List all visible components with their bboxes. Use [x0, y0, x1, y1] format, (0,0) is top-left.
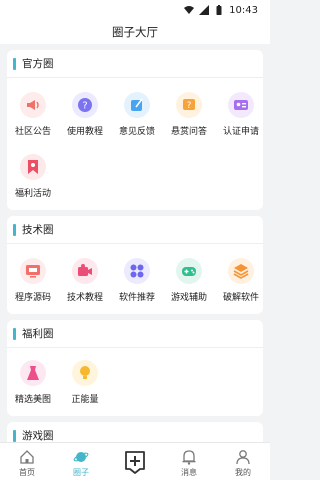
battery-icon: [216, 5, 222, 15]
circle-item-label: 悬赏问答: [170, 127, 207, 137]
signal-icon: [199, 5, 210, 15]
circle-item-label: 精选美图: [14, 395, 51, 405]
edit-icon: [124, 92, 150, 118]
apps-icon: [124, 258, 150, 284]
tab-post-add[interactable]: [108, 443, 162, 480]
user-icon: [236, 450, 250, 465]
circle-item-certification[interactable]: 认证申请: [215, 92, 267, 142]
svg-text:?: ?: [187, 101, 192, 111]
circle-item-tech-tutorial[interactable]: 技术教程: [59, 258, 111, 308]
section-header: 游戏圈: [7, 422, 263, 442]
section-tech: 技术圈 程序源码 技术教程 软件推荐 游戏辅助 破解软件: [7, 216, 263, 314]
video-icon: [72, 258, 98, 284]
gamepad-icon: [176, 258, 202, 284]
status-bar: 10:43: [0, 0, 270, 20]
circle-item-source-code[interactable]: 程序源码: [7, 258, 59, 308]
tab-label: 我的: [235, 468, 251, 477]
circle-item-label: 游戏辅助: [170, 293, 207, 303]
circle-item-cracked-software[interactable]: 破解软件: [215, 258, 267, 308]
section-welfare: 福利圈 精选美图 正能量: [7, 320, 263, 416]
bottom-tab-bar: 首页 圈子 消息 我的: [0, 442, 270, 480]
section-title: 福利圈: [22, 328, 54, 340]
section-accent-bar: [13, 57, 16, 70]
circle-item-label: 破解软件: [222, 293, 259, 303]
megaphone-icon: [20, 92, 46, 118]
circle-item-label: 软件推荐: [118, 293, 155, 303]
bulb-icon: [72, 360, 98, 386]
circle-item-label: 福利活动: [14, 189, 51, 199]
tab-messages[interactable]: 消息: [162, 443, 216, 480]
section-accent-bar: [13, 223, 16, 236]
top-bar: 圈子大厅: [0, 20, 270, 44]
layers-icon: [228, 258, 254, 284]
circle-item-bounty-qa[interactable]: ? 悬赏问答: [163, 92, 215, 142]
circle-item-game-assist[interactable]: 游戏辅助: [163, 258, 215, 308]
bookmark-icon: [20, 154, 46, 180]
post-add-icon: [125, 451, 145, 474]
circle-item-announcement[interactable]: 社区公告: [7, 92, 59, 142]
question-icon: ?: [72, 92, 98, 118]
id-card-icon: [228, 92, 254, 118]
section-header: 官方圈: [7, 50, 263, 78]
section-title: 技术圈: [22, 224, 54, 236]
circle-item-label: 使用教程: [66, 127, 103, 137]
section-title: 游戏圈: [22, 430, 54, 442]
circle-item-welfare-activity[interactable]: 福利活动: [7, 154, 59, 204]
home-icon: [20, 450, 34, 464]
section-accent-bar: [13, 327, 16, 340]
circle-list[interactable]: 官方圈 社区公告 ? 使用教程 意见反馈 ? 悬赏问答 认证申请 福利活动 技术…: [0, 44, 270, 442]
circle-item-featured-pics[interactable]: 精选美图: [7, 360, 59, 410]
circle-item-positive-energy[interactable]: 正能量: [59, 360, 111, 410]
bell-icon: [182, 450, 196, 465]
section-official: 官方圈 社区公告 ? 使用教程 意见反馈 ? 悬赏问答 认证申请 福利活动: [7, 50, 263, 210]
section-accent-bar: [13, 429, 16, 442]
circle-item-tutorial[interactable]: ? 使用教程: [59, 92, 111, 142]
planet-icon: [73, 452, 89, 462]
status-time: 10:43: [229, 4, 258, 16]
question-box-icon: ?: [176, 92, 202, 118]
section-header: 福利圈: [7, 320, 263, 348]
section-games: 游戏圈: [7, 422, 263, 442]
svg-text:?: ?: [82, 101, 87, 112]
wifi-icon: [184, 6, 195, 14]
section-title: 官方圈: [22, 58, 54, 70]
circle-item-label: 正能量: [71, 395, 99, 405]
dress-icon: [20, 360, 46, 386]
tab-label: 消息: [181, 468, 197, 477]
page-title: 圈子大厅: [112, 25, 158, 39]
circle-item-feedback[interactable]: 意见反馈: [111, 92, 163, 142]
circle-item-label: 意见反馈: [118, 127, 155, 137]
tab-label: 圈子: [73, 468, 89, 477]
tab-profile[interactable]: 我的: [216, 443, 270, 480]
circle-item-label: 技术教程: [66, 293, 103, 303]
monitor-icon: [20, 258, 46, 284]
circle-item-label: 认证申请: [222, 127, 259, 137]
circle-item-software-recommend[interactable]: 软件推荐: [111, 258, 163, 308]
tab-circles[interactable]: 圈子: [54, 443, 108, 480]
circle-item-label: 社区公告: [14, 127, 51, 137]
circle-item-label: 程序源码: [14, 293, 51, 303]
tab-home[interactable]: 首页: [0, 443, 54, 480]
section-header: 技术圈: [7, 216, 263, 244]
tab-label: 首页: [19, 468, 35, 477]
